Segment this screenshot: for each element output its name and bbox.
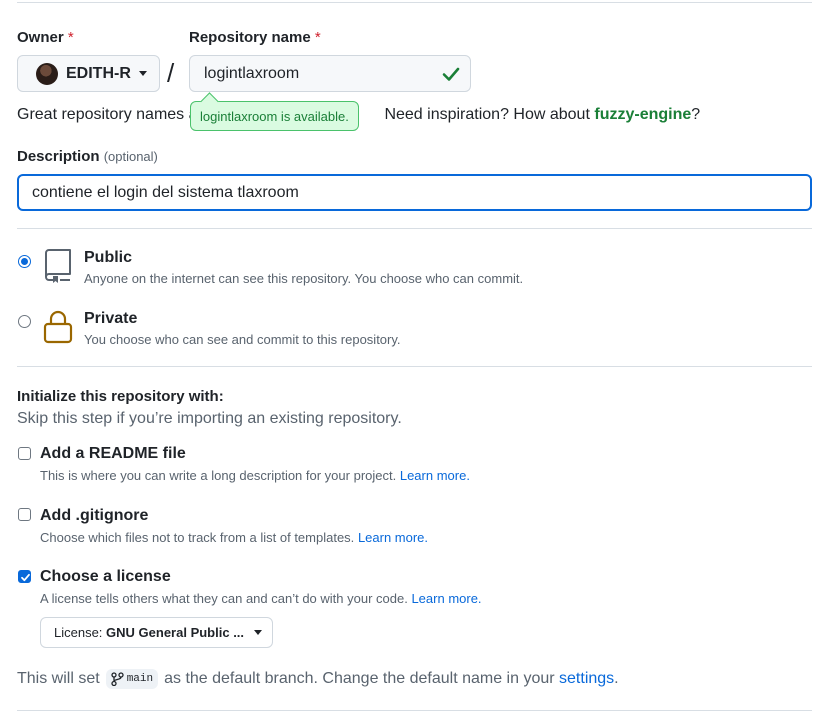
branch-pill: main [105,669,159,689]
public-radio[interactable] [18,255,31,268]
footer-prefix: This will set [17,670,100,687]
gitignore-checkbox[interactable] [18,508,31,521]
private-radio[interactable] [18,315,31,328]
public-description: Anyone on the internet can see this repo… [84,271,524,286]
lock-icon [43,310,73,344]
hint-suffix: ? [691,106,701,123]
repo-name-label-text: Repository name [189,29,311,46]
avatar [36,62,58,85]
description-label: Description (optional) [17,148,158,165]
license-checkbox[interactable] [18,570,31,583]
default-branch-note: This will set main as the default branch… [17,669,619,689]
gitignore-title: Add .gitignore [40,507,149,524]
license-learn-more-link[interactable]: Learn more. [411,591,481,606]
gitignore-learn-more-link[interactable]: Learn more. [358,530,428,545]
license-select-button[interactable]: License: GNU General Public ... [40,617,273,648]
license-sub-text: A license tells others what they can and… [40,591,408,606]
gitignore-description: Choose which files not to track from a l… [40,530,428,545]
section-divider-2 [17,366,812,367]
footer-suffix: . [614,670,619,687]
owner-name: EDITH-R [66,64,131,82]
owner-repo-separator: / [167,58,175,88]
repo-required-mark: * [314,29,321,46]
settings-link[interactable]: settings [559,670,614,688]
license-title: Choose a license [40,568,171,585]
check-icon [442,67,460,81]
availability-tooltip: logintlaxroom is available. [190,101,359,131]
description-label-text: Description [17,148,100,165]
hint-prefix: Great repository names a [17,106,198,123]
readme-checkbox[interactable] [18,447,31,460]
availability-text: logintlaxroom is available. [200,108,349,124]
owner-required-mark: * [67,29,74,46]
readme-title: Add a README file [40,445,186,462]
section-divider [17,228,812,229]
top-divider [17,2,812,3]
readme-learn-more-link[interactable]: Learn more. [400,468,470,483]
readme-sub-text: This is where you can write a long descr… [40,468,397,483]
bottom-divider [17,710,812,711]
optional-tag: (optional) [103,149,158,164]
repository-name-input[interactable] [189,55,471,92]
suggested-name-link[interactable]: fuzzy-engine [594,106,691,123]
init-subtitle: Skip this step if you’re importing an ex… [17,410,402,427]
private-title: Private [84,310,138,327]
branch-name: main [126,673,154,685]
owner-label: Owner * [17,29,74,46]
hint-middle: Need inspiration? How about [384,106,590,123]
license-select-value: GNU General Public ... [106,625,245,640]
checkmark-icon [21,573,30,582]
triangle-down-icon [254,630,263,635]
repo-icon [45,249,71,283]
owner-label-text: Owner [17,29,64,46]
private-description: You choose who can see and commit to thi… [84,332,401,347]
git-branch-icon [111,672,124,686]
license-select-prefix: License: [54,625,103,640]
license-description: A license tells others what they can and… [40,591,482,606]
repo-name-label: Repository name * [189,29,321,46]
footer-middle: as the default branch. Change the defaul… [164,670,555,687]
gitignore-sub-text: Choose which files not to track from a l… [40,530,355,545]
description-input[interactable] [17,174,812,211]
triangle-down-icon [138,71,147,76]
readme-description: This is where you can write a long descr… [40,468,470,483]
init-title: Initialize this repository with: [17,388,224,405]
license-select-text: License: GNU General Public ... [54,625,244,640]
public-title: Public [84,249,133,266]
owner-select-button[interactable]: EDITH-R [17,55,160,92]
